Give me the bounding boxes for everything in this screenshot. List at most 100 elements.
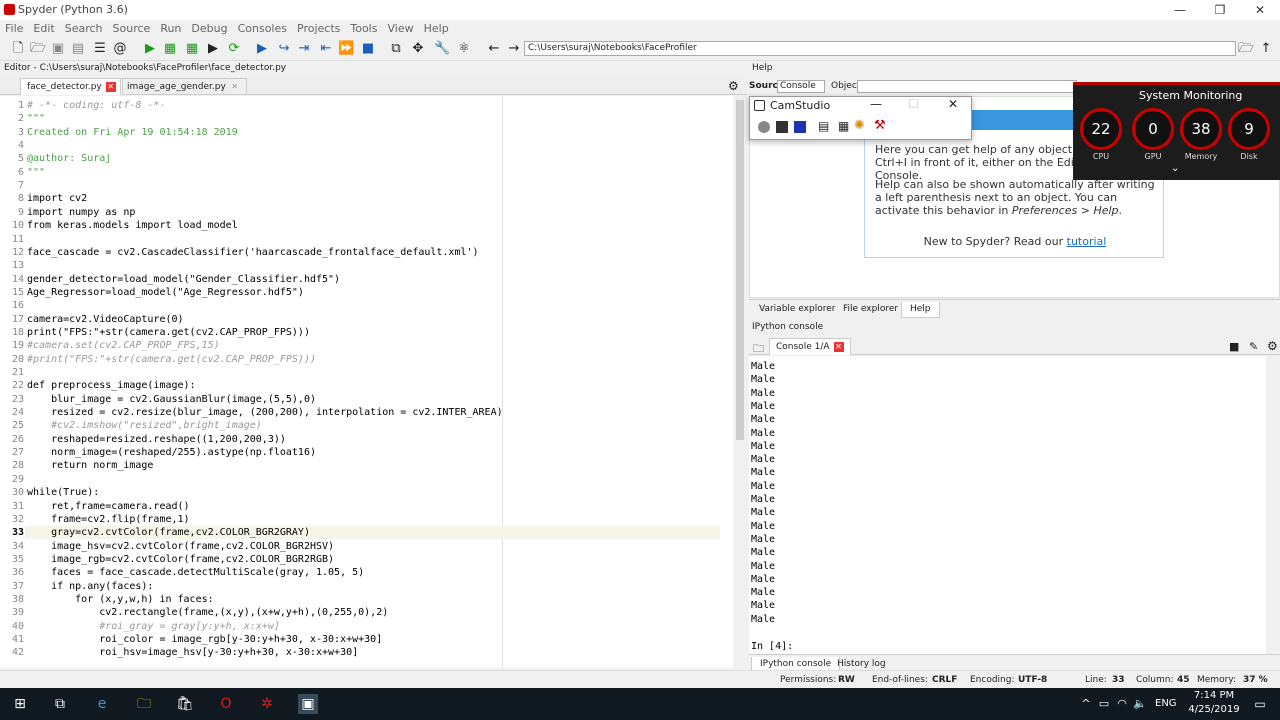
code-line[interactable]: reshaped=resized.reshape((1,200,200,3)): [27, 434, 286, 445]
code-line[interactable]: def preprocess_image(image):: [27, 380, 196, 391]
fullscreen-icon[interactable]: ✥: [410, 41, 426, 57]
region-icon[interactable]: ▤: [818, 119, 829, 133]
code-line[interactable]: blur_image = cv2.GaussianBlur(image,(5,5…: [27, 394, 316, 405]
edge-browser-icon[interactable]: e: [92, 694, 112, 714]
code-line[interactable]: import cv2: [27, 193, 87, 204]
run-cell-icon[interactable]: ▦: [162, 41, 178, 57]
close-tab-icon[interactable]: ✕: [105, 81, 116, 92]
editor-scrollbar[interactable]: [733, 96, 747, 668]
code-line[interactable]: # -*- coding: utf-8 -*-: [27, 100, 165, 111]
opera-icon[interactable]: O: [216, 694, 236, 714]
code-line[interactable]: resized = cv2.resize(blur_image, (200,20…: [27, 407, 503, 418]
working-directory-input[interactable]: C:\Users\suraj\Notebooks\FaceProfiler: [524, 41, 1236, 56]
battery-icon[interactable]: ▭: [1094, 694, 1114, 714]
camstudio-window[interactable]: CamStudio — ☐ ✕ ▤ ▦ ✺ ⚒: [749, 96, 972, 140]
store-icon[interactable]: 🛍: [175, 694, 195, 714]
rerun-icon[interactable]: ⟳: [226, 41, 242, 57]
code-line[interactable]: #camera.set(cv2.CAP_PROP_FPS,15): [27, 340, 220, 351]
code-line[interactable]: frame=cv2.flip(frame,1): [27, 514, 189, 525]
tutorial-link[interactable]: tutorial: [1067, 235, 1107, 248]
forward-icon[interactable]: →: [506, 41, 522, 57]
step-return-icon[interactable]: ⇤: [318, 41, 334, 57]
save-all-icon[interactable]: ▤: [70, 41, 86, 57]
back-icon[interactable]: ←: [486, 41, 502, 57]
source-select[interactable]: Console: [777, 80, 825, 93]
code-line[interactable]: if np.any(faces):: [27, 581, 153, 592]
menu-file[interactable]: File: [0, 20, 28, 37]
pause-icon[interactable]: [776, 121, 788, 133]
camstudio-close-button[interactable]: ✕: [948, 97, 958, 111]
chevron-down-icon[interactable]: ⌄: [1171, 163, 1179, 174]
at-icon[interactable]: @: [112, 41, 128, 57]
menu-help[interactable]: Help: [419, 20, 454, 37]
close-tab-icon[interactable]: ✕: [833, 341, 844, 352]
code-line[interactable]: print("FPS:"+str(camera.get(cv2.CAP_PROP…: [27, 327, 310, 338]
run-cell-advance-icon[interactable]: ▦: [184, 41, 200, 57]
new-file-icon[interactable]: 🗋: [10, 41, 26, 57]
menu-projects[interactable]: Projects: [292, 20, 345, 37]
tab-help[interactable]: Help: [901, 302, 940, 318]
save-icon[interactable]: ▣: [50, 41, 66, 57]
preferences-icon[interactable]: 🔧: [434, 41, 450, 57]
tab-console-1a[interactable]: Console 1/A ✕: [769, 338, 851, 355]
code-line[interactable]: image_hsv=cv2.cvtColor(frame,cv2.COLOR_B…: [27, 541, 334, 552]
open-file-icon[interactable]: 🗁: [30, 41, 46, 57]
options-icon[interactable]: ▦: [838, 119, 849, 133]
code-line[interactable]: for (x,y,w,h) in faces:: [27, 594, 213, 605]
code-line[interactable]: """: [27, 167, 45, 178]
code-line[interactable]: #print("FPS:"+str(camera.get(cv2.CAP_PRO…: [27, 354, 316, 365]
code-line[interactable]: #roi_gray = gray[y:y+h, x:x+w]: [27, 621, 280, 632]
stop-record-icon[interactable]: [794, 121, 806, 133]
menu-edit[interactable]: Edit: [28, 20, 59, 37]
file-explorer-icon[interactable]: 🗀: [134, 694, 154, 714]
menu-consoles[interactable]: Consoles: [233, 20, 292, 37]
code-line[interactable]: gray=cv2.cvtColor(frame,cv2.COLOR_BGR2GR…: [27, 527, 310, 538]
code-line[interactable]: roi_hsv=image_hsv[y-30:y+h+30, x-30:x+w+…: [27, 647, 358, 658]
windows-start-icon[interactable]: ⊞: [10, 694, 30, 714]
python-path-icon[interactable]: ⚛: [456, 41, 472, 57]
object-input[interactable]: [857, 80, 1077, 93]
wifi-icon[interactable]: ◠: [1112, 694, 1132, 714]
code-line[interactable]: face_cascade = cv2.CascadeClassifier('ha…: [27, 247, 479, 258]
code-line[interactable]: gender_detector=load_model("Gender_Class…: [27, 274, 340, 285]
maximize-button[interactable]: ❐: [1200, 0, 1240, 20]
code-line[interactable]: import numpy as np: [27, 207, 135, 218]
stop-icon[interactable]: ■: [1229, 340, 1239, 353]
menu-run[interactable]: Run: [155, 20, 186, 37]
parent-folder-icon[interactable]: ↑: [1258, 41, 1274, 57]
code-line[interactable]: @author: Suraj: [27, 153, 111, 164]
tab-image-age-gender[interactable]: image_age_gender.py ✕: [120, 78, 247, 95]
settings-icon[interactable]: ✺: [854, 118, 865, 133]
continue-icon[interactable]: ⏩: [338, 41, 354, 57]
code-line[interactable]: ret,frame=camera.read(): [27, 501, 189, 512]
gear-icon[interactable]: ⚙: [1267, 339, 1278, 353]
code-line[interactable]: roi_color = image_rgb[y-30:y+h+30, x-30:…: [27, 634, 382, 645]
browse-folder-icon[interactable]: 🗁: [1238, 41, 1254, 57]
tab-variable-explorer[interactable]: Variable explorer: [751, 302, 843, 317]
code-line[interactable]: #cv2.imshow("resized",bright_image): [27, 420, 262, 431]
camstudio-taskbar-icon[interactable]: ▣: [298, 694, 318, 714]
notifications-icon[interactable]: ▭: [1250, 694, 1270, 714]
stop-debug-icon[interactable]: ■: [360, 41, 376, 57]
close-tab-icon[interactable]: ✕: [229, 81, 240, 92]
menu-source[interactable]: Source: [108, 20, 156, 37]
console-prompt[interactable]: In [4]:: [751, 641, 793, 652]
code-line[interactable]: from keras.models import load_model: [27, 220, 238, 231]
code-line[interactable]: image_rgb=cv2.cvtColor(frame,cv2.COLOR_B…: [27, 554, 334, 565]
clock-time[interactable]: 7:14 PM: [1192, 690, 1236, 701]
code-line[interactable]: faces = face_cascade.detectMultiScale(gr…: [27, 567, 364, 578]
code-line[interactable]: Created on Fri Apr 19 01:54:18 2019: [27, 127, 238, 138]
list-icon[interactable]: ☰: [92, 41, 108, 57]
menu-search[interactable]: Search: [60, 20, 108, 37]
volume-icon[interactable]: 🔈: [1130, 694, 1150, 714]
code-line[interactable]: Age_Regressor=load_model("Age_Regressor.…: [27, 287, 304, 298]
tray-chevron-icon[interactable]: ^: [1076, 694, 1096, 714]
code-line[interactable]: return norm_image: [27, 460, 153, 471]
tab-file-explorer[interactable]: File explorer: [835, 302, 906, 317]
spyder-taskbar-icon[interactable]: ✲: [257, 694, 277, 714]
menu-tools[interactable]: Tools: [345, 20, 382, 37]
menu-view[interactable]: View: [382, 20, 418, 37]
language-indicator[interactable]: ENG: [1155, 698, 1177, 709]
run-selection-icon[interactable]: ▶: [205, 41, 221, 57]
clock-date[interactable]: 4/25/2019: [1188, 704, 1240, 715]
